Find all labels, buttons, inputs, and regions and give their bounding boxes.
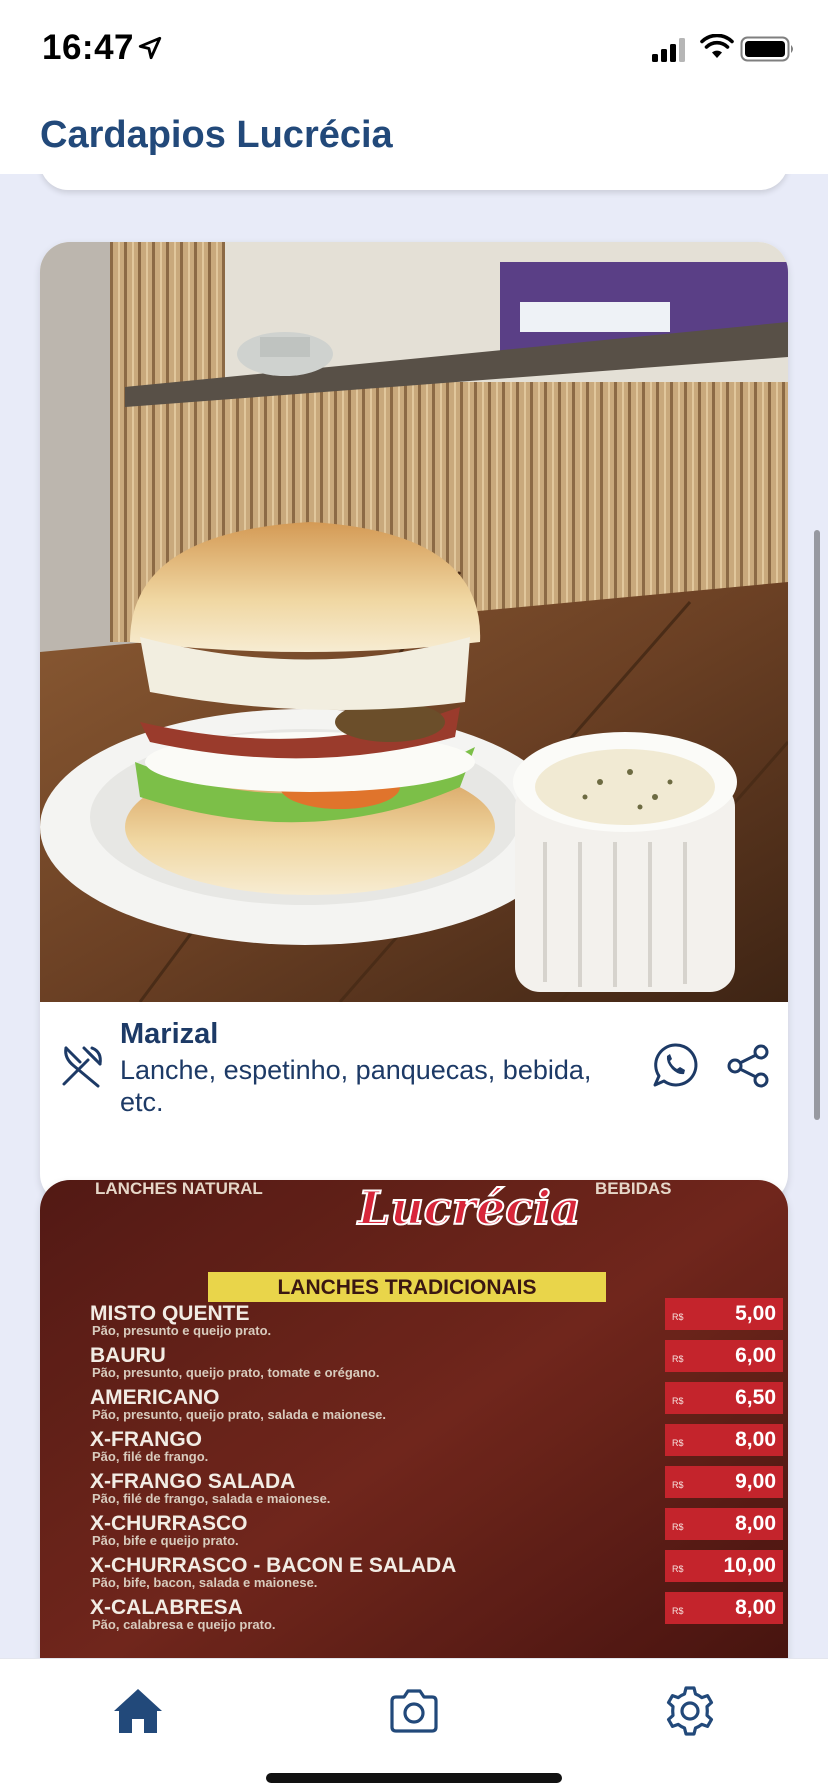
cellular-signal-icon bbox=[652, 38, 685, 62]
menu-item-price: 6,00 bbox=[735, 1344, 776, 1367]
menu-price-currency: R$ bbox=[672, 1438, 684, 1448]
menu-item-description: Pão, filé de frango. bbox=[92, 1449, 208, 1464]
menu-item-description: Pão, filé de frango, salada e maionese. bbox=[92, 1491, 330, 1506]
menu-item-name: X-CHURRASCO - BACON E SALADA bbox=[90, 1554, 456, 1577]
nav-header: Cardapios Lucrécia bbox=[0, 100, 828, 174]
restaurant-name: Marizal bbox=[120, 1018, 219, 1050]
menu-item-price: 8,00 bbox=[735, 1596, 776, 1619]
camera-icon[interactable] bbox=[386, 1683, 442, 1739]
home-indicator bbox=[266, 1773, 562, 1783]
menu-price-currency: R$ bbox=[672, 1522, 684, 1532]
menu-photo-card[interactable]: LANCHES NATURAL BEBIDAS Lucrécia LANCHES… bbox=[40, 1180, 788, 1658]
location-arrow-icon bbox=[138, 36, 162, 60]
menu-item-price: 8,00 bbox=[735, 1428, 776, 1451]
share-icon[interactable] bbox=[726, 1044, 770, 1088]
battery-icon bbox=[740, 36, 793, 62]
whatsapp-icon[interactable] bbox=[652, 1042, 698, 1088]
menu-item-name: MISTO QUENTE bbox=[90, 1302, 249, 1325]
previous-card[interactable] bbox=[40, 174, 788, 190]
menu-item-name: AMERICANO bbox=[90, 1386, 220, 1409]
cutlery-icon bbox=[62, 1046, 102, 1088]
menu-price-currency: R$ bbox=[672, 1396, 684, 1406]
restaurant-description: Lanche, espetinho, panquecas, bebida, et… bbox=[120, 1055, 592, 1117]
menu-item-price: 5,00 bbox=[735, 1302, 776, 1325]
menu-item-description: Pão, bife, bacon, salada e maionese. bbox=[92, 1575, 317, 1590]
menu-item-price: 6,50 bbox=[735, 1386, 776, 1409]
menu-item-description: Pão, bife e queijo prato. bbox=[92, 1533, 239, 1548]
status-time: 16:47 bbox=[42, 28, 135, 67]
menu-top-label-left: LANCHES NATURAL bbox=[95, 1180, 263, 1198]
menu-brand-logo: Lucrécia bbox=[356, 1181, 581, 1235]
menu-item-price: 8,00 bbox=[735, 1512, 776, 1535]
menu-top-label-right: BEBIDAS bbox=[595, 1180, 672, 1198]
menu-item-name: BAURU bbox=[90, 1344, 166, 1367]
menu-feed[interactable]: Marizal Lanche, espetinho, panquecas, be… bbox=[0, 174, 828, 1658]
menu-section-title: LANCHES TRADICIONAIS bbox=[277, 1276, 536, 1299]
menu-item-name: X-CALABRESA bbox=[90, 1596, 243, 1619]
wifi-icon bbox=[700, 34, 734, 58]
menu-price-currency: R$ bbox=[672, 1354, 684, 1364]
burger-photo[interactable] bbox=[40, 242, 788, 1002]
menu-price-currency: R$ bbox=[672, 1312, 684, 1322]
menu-price-currency: R$ bbox=[672, 1606, 684, 1616]
menu-item-price: 9,00 bbox=[735, 1470, 776, 1493]
page-title: Cardapios Lucrécia bbox=[40, 114, 393, 156]
menu-item-description: Pão, presunto, queijo prato, salada e ma… bbox=[92, 1407, 386, 1422]
menu-item-description: Pão, calabresa e queijo prato. bbox=[92, 1617, 276, 1632]
tab-bar bbox=[0, 1658, 828, 1792]
menu-price-currency: R$ bbox=[672, 1564, 684, 1574]
menu-price-currency: R$ bbox=[672, 1480, 684, 1490]
home-icon[interactable] bbox=[110, 1683, 166, 1739]
menu-item-name: X-CHURRASCO bbox=[90, 1512, 248, 1535]
restaurant-card[interactable]: Marizal Lanche, espetinho, panquecas, be… bbox=[40, 242, 788, 1204]
menu-item-name: X-FRANGO bbox=[90, 1428, 202, 1451]
gear-icon[interactable] bbox=[662, 1683, 718, 1739]
scrollbar[interactable] bbox=[814, 530, 820, 1120]
menu-item-description: Pão, presunto, queijo prato, tomate e or… bbox=[92, 1365, 379, 1380]
menu-item-name: X-FRANGO SALADA bbox=[90, 1470, 295, 1493]
menu-item-description: Pão, presunto e queijo prato. bbox=[92, 1323, 271, 1338]
menu-item-price: 10,00 bbox=[723, 1554, 776, 1577]
card-footer: Marizal Lanche, espetinho, panquecas, be… bbox=[40, 1002, 788, 1204]
status-bar: 16:47 bbox=[0, 0, 828, 100]
menu-photo[interactable]: LANCHES NATURAL BEBIDAS Lucrécia LANCHES… bbox=[40, 1180, 788, 1658]
